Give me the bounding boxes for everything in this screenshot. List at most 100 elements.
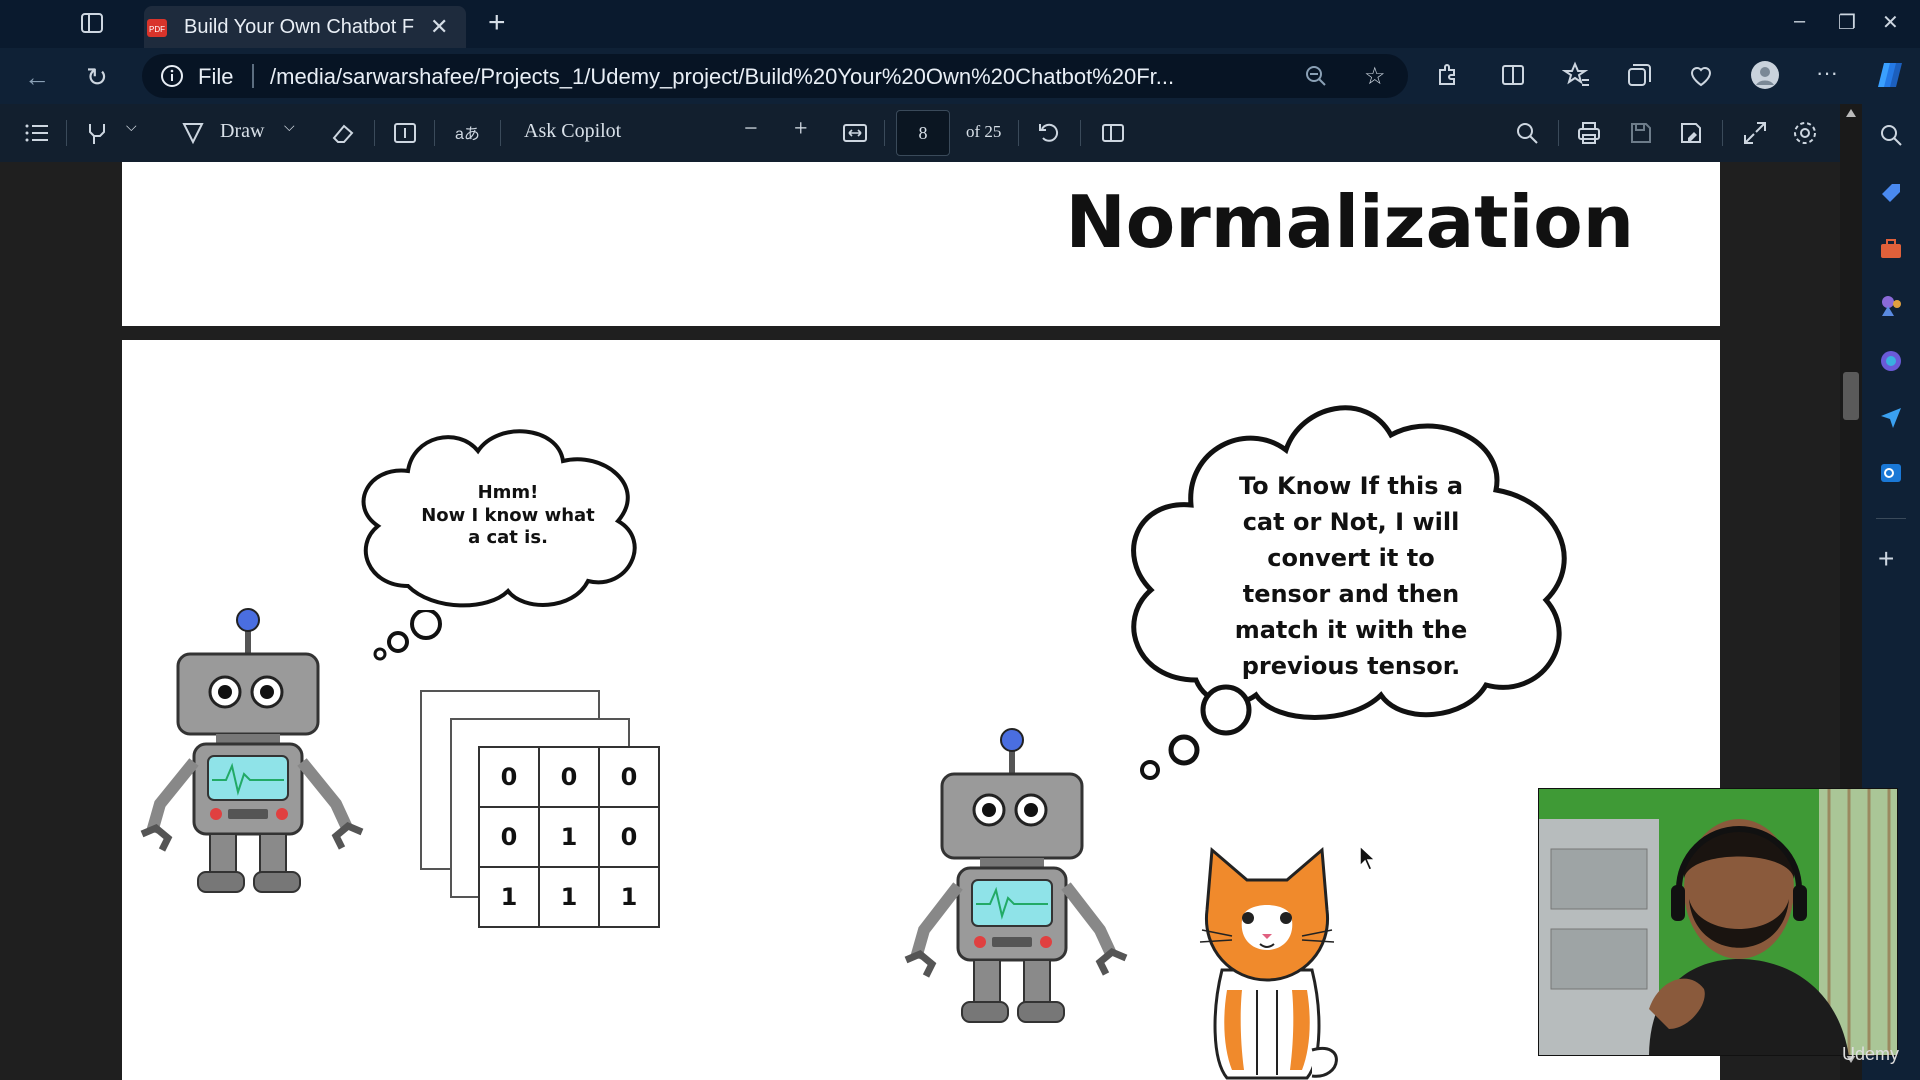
pdf-toolbar: ⌵ Draw ⌵ aあ Ask Copilot − + 8 of 25 — [0, 104, 1862, 162]
favorites-icon[interactable] — [1561, 60, 1592, 90]
tensor-cell: 0 — [538, 746, 600, 808]
tab-title: Build Your Own Chatbot F — [184, 16, 415, 38]
right-thought-line: tensor and then — [1242, 580, 1460, 608]
toolbar-divider — [66, 120, 67, 146]
sidebar-add-icon[interactable]: + — [1878, 545, 1904, 573]
scrollbar-thumb[interactable] — [1843, 372, 1859, 420]
zoom-in-icon[interactable]: + — [794, 116, 808, 143]
url-text[interactable]: /media/sarwarshafee/Projects_1/Udemy_pro… — [270, 64, 1270, 90]
profile-avatar[interactable] — [1750, 60, 1780, 90]
draw-label[interactable]: Draw — [220, 120, 264, 143]
robot-right-illustration — [904, 728, 1128, 1023]
left-thought-text: Hmm! Now I know what a cat is. — [408, 482, 608, 550]
url-divider — [252, 64, 254, 88]
left-thought-line: Hmm! — [477, 482, 539, 503]
tensor-row: 0 0 0 — [478, 746, 660, 808]
favorite-star-icon[interactable]: ☆ — [1364, 62, 1386, 91]
save-icon[interactable] — [1628, 120, 1654, 146]
svg-text:PDF: PDF — [149, 25, 165, 34]
tensor-grid: 0 0 0 0 1 0 1 1 1 — [478, 746, 660, 928]
page-total: of 25 — [966, 122, 1002, 141]
zoom-icon[interactable] — [1304, 64, 1328, 88]
url-scheme: File — [198, 64, 234, 89]
right-thought-line: To Know If this a — [1238, 472, 1464, 500]
right-thought-line: previous tensor. — [1241, 652, 1461, 680]
right-thought-line: cat or Not, I will — [1242, 508, 1460, 536]
contents-icon[interactable] — [24, 120, 50, 146]
sidebar-toolbox-icon[interactable] — [1878, 236, 1904, 262]
new-tab-button[interactable]: + — [488, 8, 506, 38]
right-thought-line: match it with the — [1234, 616, 1468, 644]
close-tab-icon[interactable]: ✕ — [430, 14, 448, 40]
address-bar: ← ↻ File /media/sarwarshafee/Projects_1/… — [0, 48, 1920, 104]
left-thought-line: Now I know what — [421, 504, 595, 526]
info-icon[interactable] — [160, 64, 184, 88]
page-number-input[interactable]: 8 — [896, 110, 950, 156]
tensor-row: 1 1 1 — [478, 866, 660, 928]
tab-bar: PDF Build Your Own Chatbot F ✕ + – ❐ ✕ — [0, 0, 1920, 48]
tensor-row: 0 1 0 — [478, 806, 660, 868]
url-field[interactable]: File /media/sarwarshafee/Projects_1/Udem… — [142, 54, 1408, 98]
tensor-cell: 0 — [598, 746, 660, 808]
restore-button[interactable]: ❐ — [1838, 10, 1856, 35]
sidebar-m365-icon[interactable] — [1878, 348, 1904, 374]
save-as-icon[interactable] — [1678, 120, 1704, 146]
svg-text:aあ: aあ — [455, 125, 480, 143]
cat-illustration — [1199, 846, 1338, 1080]
eraser-icon[interactable] — [330, 120, 356, 146]
tensor-cell: 0 — [478, 806, 540, 868]
sidebar-tag-icon[interactable] — [1878, 180, 1904, 206]
tensor-cell: 1 — [538, 866, 600, 928]
webcam-overlay — [1538, 788, 1898, 1056]
fit-to-width-icon[interactable] — [842, 120, 868, 146]
toolbar-divider — [1722, 120, 1723, 146]
sidebar-search-icon[interactable] — [1878, 122, 1904, 148]
tensor-cell: 1 — [538, 806, 600, 868]
toolbar-divider — [884, 120, 885, 146]
highlight-dropdown-icon[interactable]: ⌵ — [126, 120, 137, 136]
minimize-button[interactable]: – — [1794, 10, 1805, 33]
zoom-out-icon[interactable]: − — [744, 116, 758, 143]
slide-title: Normalization — [1065, 180, 1634, 264]
text-box-icon[interactable] — [392, 120, 418, 146]
udemy-watermark: Udemy — [1842, 1044, 1900, 1064]
collections-icon[interactable] — [1624, 60, 1654, 90]
tensor-cell: 0 — [478, 746, 540, 808]
pdf-page-previous: Normalization — [122, 162, 1720, 326]
sidebar-games-icon[interactable] — [1878, 292, 1904, 318]
page-view-icon[interactable] — [1100, 120, 1126, 146]
rotate-icon[interactable] — [1036, 120, 1062, 146]
highlight-icon[interactable] — [84, 120, 110, 146]
toolbar-divider — [1018, 120, 1019, 146]
active-tab[interactable]: PDF Build Your Own Chatbot F ✕ — [144, 6, 466, 48]
settings-gear-icon[interactable] — [1792, 120, 1818, 146]
draw-icon[interactable] — [180, 120, 206, 146]
presenter-video — [1539, 789, 1897, 1055]
toolbar-divider — [1080, 120, 1081, 146]
tensor-cell: 0 — [598, 806, 660, 868]
right-thought-text: To Know If this a cat or Not, I will con… — [1216, 468, 1486, 684]
tensor-cell: 1 — [478, 866, 540, 928]
refresh-icon[interactable]: ↻ — [86, 62, 108, 93]
ask-copilot-button[interactable]: Ask Copilot — [524, 120, 621, 143]
browser-essentials-icon[interactable] — [1686, 60, 1716, 90]
fullscreen-icon[interactable] — [1742, 120, 1768, 146]
sidebar-divider — [1876, 518, 1906, 519]
extensions-icon[interactable] — [1432, 60, 1462, 90]
sidebar-outlook-icon[interactable] — [1878, 460, 1904, 486]
sidebar-send-icon[interactable] — [1878, 404, 1904, 430]
more-menu-icon[interactable]: ··· — [1816, 60, 1846, 90]
read-aloud-icon[interactable]: aあ — [454, 120, 480, 146]
copilot-icon[interactable] — [1874, 60, 1904, 90]
split-screen-icon[interactable] — [1498, 60, 1528, 90]
close-window-button[interactable]: ✕ — [1882, 10, 1899, 35]
scroll-up-icon[interactable] — [1845, 108, 1857, 118]
draw-dropdown-icon[interactable]: ⌵ — [284, 120, 295, 136]
toolbar-divider — [1558, 120, 1559, 146]
toolbar-divider — [374, 120, 375, 146]
tensor-cell: 1 — [598, 866, 660, 928]
tab-actions-icon[interactable] — [80, 12, 108, 36]
back-icon[interactable]: ← — [24, 62, 50, 93]
search-icon[interactable] — [1514, 120, 1540, 146]
print-icon[interactable] — [1576, 120, 1602, 146]
